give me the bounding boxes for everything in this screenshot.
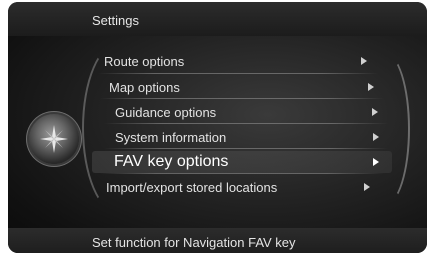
menu-item-map-options[interactable]: Map options — [109, 76, 381, 98]
menu-item-label: FAV key options — [114, 153, 229, 170]
separator — [98, 73, 378, 74]
menu-item-label: Map options — [109, 80, 180, 95]
help-text: Set function for Navigation FAV key — [92, 235, 296, 250]
menu-item-label: Import/export stored locations — [106, 180, 278, 195]
separator — [104, 123, 388, 124]
menu-item-label: Guidance options — [115, 105, 217, 120]
chevron-right-icon — [373, 158, 379, 166]
navigation-rose-icon — [40, 125, 68, 153]
chevron-right-icon — [373, 133, 379, 141]
menu-item-label: Route options — [104, 54, 185, 69]
menu-item-fav-key-options[interactable]: FAV key options — [114, 151, 386, 173]
settings-screen: Settings Route options Map options Guida… — [8, 2, 427, 253]
menu-item-system-information[interactable]: System information — [115, 126, 385, 148]
chevron-right-icon — [372, 108, 378, 116]
page-title: Settings — [92, 13, 139, 28]
separator — [100, 173, 384, 174]
separator — [104, 148, 388, 149]
chevron-right-icon — [364, 183, 370, 191]
header-bar: Settings — [8, 2, 427, 36]
controller-knob[interactable] — [29, 114, 79, 164]
chevron-right-icon — [361, 57, 367, 65]
separator — [100, 98, 384, 99]
footer-bar: Set function for Navigation FAV key — [8, 228, 427, 253]
chevron-right-icon — [368, 83, 374, 91]
menu-item-guidance-options[interactable]: Guidance options — [115, 101, 385, 123]
menu-item-import-export-stored-locations[interactable]: Import/export stored locations — [106, 176, 378, 198]
menu-item-label: System information — [115, 130, 227, 145]
menu-item-route-options[interactable]: Route options — [104, 50, 376, 72]
